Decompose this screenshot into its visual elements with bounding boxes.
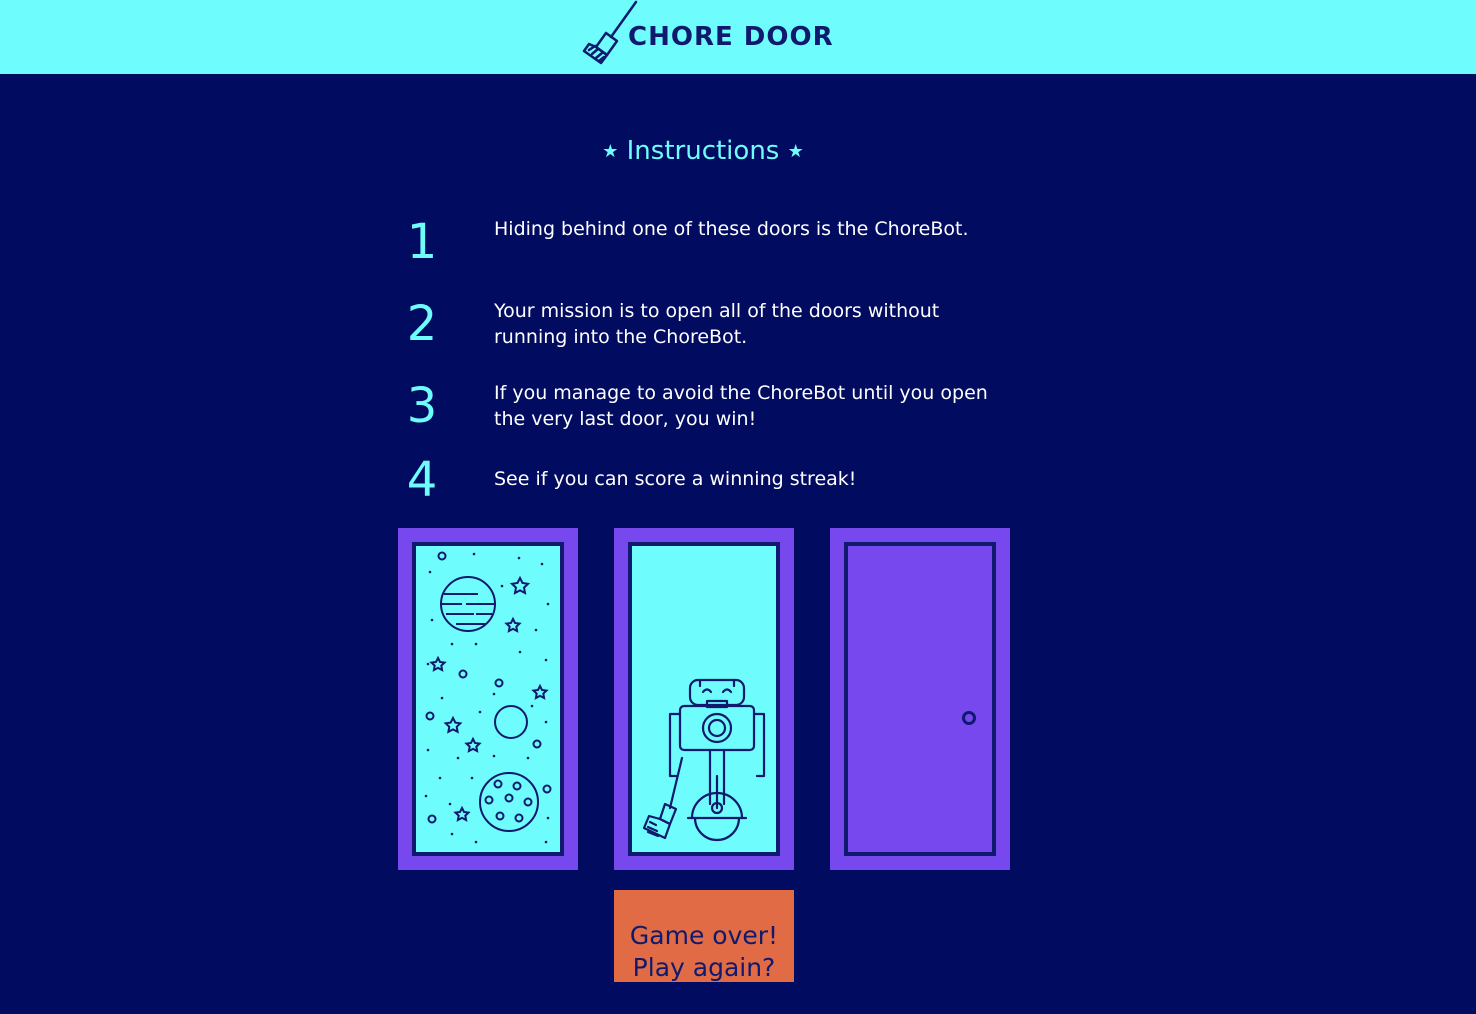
step-text: Your mission is to open all of the doors… xyxy=(494,300,940,348)
star-icon: ★ xyxy=(602,141,619,162)
play-again-button[interactable]: Game over! Play again? xyxy=(614,890,794,982)
header: CHORE DOOR xyxy=(0,0,1476,74)
door-panel xyxy=(844,542,996,856)
step-number: 1 xyxy=(406,214,438,270)
instructions-title: Instructions xyxy=(626,136,780,166)
instructions-heading: ★ Instructions ★ xyxy=(520,136,886,166)
door-2[interactable] xyxy=(614,528,794,870)
door-opening xyxy=(628,542,780,856)
step-number: 4 xyxy=(406,452,438,508)
space-icon xyxy=(424,551,552,844)
step-text: See if you can score a winning streak! xyxy=(494,468,857,490)
step-number: 3 xyxy=(406,378,438,434)
door-knob-icon xyxy=(962,711,976,725)
step-text: If you manage to avoid the ChoreBot unti… xyxy=(494,382,988,430)
star-icon: ★ xyxy=(787,141,804,162)
door-3[interactable] xyxy=(830,528,1010,870)
door-1[interactable] xyxy=(398,528,578,870)
chorebot-icon xyxy=(642,678,766,842)
step-number: 2 xyxy=(406,296,438,352)
door-opening xyxy=(412,542,564,856)
step-text: Hiding behind one of these doors is the … xyxy=(494,218,969,240)
app-title: CHORE DOOR xyxy=(628,22,834,52)
